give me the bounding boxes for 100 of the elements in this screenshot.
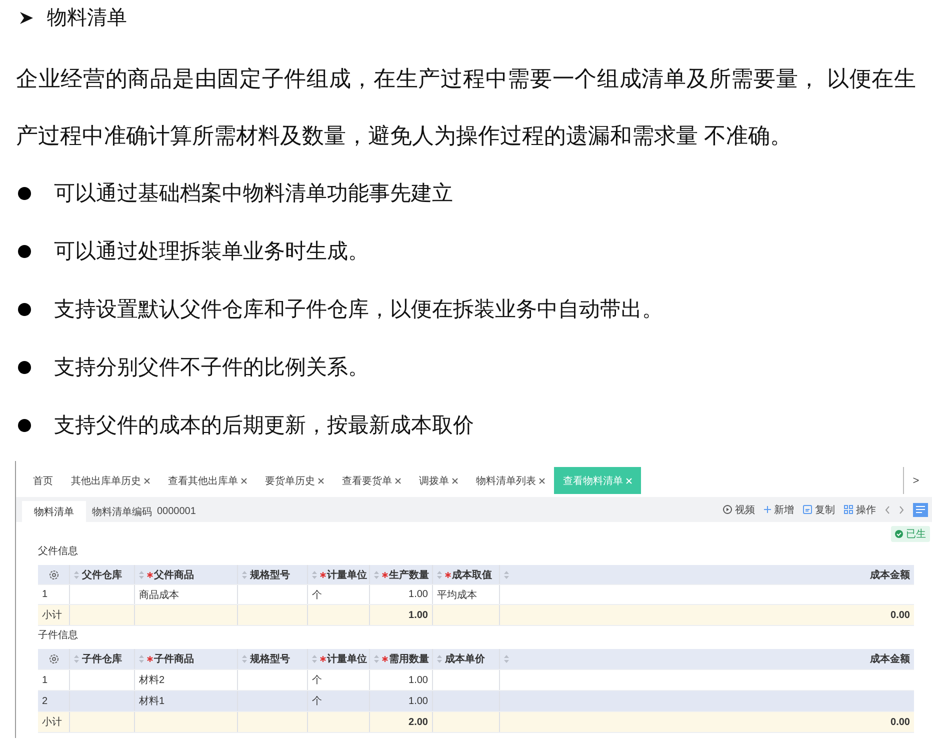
- tab[interactable]: 查看其他出库单: [159, 467, 256, 494]
- tab[interactable]: 物料清单列表: [467, 467, 554, 494]
- subtotal-label: 小计: [42, 608, 62, 622]
- tab[interactable]: 要货单历史: [256, 467, 333, 494]
- table-cell-text: 个: [312, 588, 322, 602]
- table-cell-text: 个: [312, 674, 322, 687]
- bullet-icon: [18, 244, 31, 258]
- table-row[interactable]: 1 材料2 个 1.00: [38, 670, 914, 691]
- sort-icon[interactable]: [374, 655, 379, 663]
- tab-scroll-button[interactable]: >: [903, 467, 928, 494]
- column-header[interactable]: 生产数量: [382, 568, 429, 582]
- sub-tab[interactable]: 物料清单: [22, 501, 86, 522]
- chevron-right-icon[interactable]: [899, 506, 904, 514]
- column-header[interactable]: 父件商品: [147, 568, 194, 582]
- subtotal-label: 小计: [42, 716, 62, 729]
- close-icon[interactable]: [318, 478, 324, 484]
- list-view-button[interactable]: [913, 502, 928, 516]
- sort-icon[interactable]: [374, 570, 379, 578]
- subtotal-value: 2.00: [408, 716, 428, 728]
- bullet-text: 支持分别父件不子件的比例关系。: [54, 355, 369, 381]
- row-number: 1: [42, 674, 48, 686]
- column-header[interactable]: 成本金额: [870, 652, 910, 666]
- sort-icon[interactable]: [74, 570, 79, 578]
- table-cell-text: 材料2: [139, 674, 165, 687]
- bullet-text: 可以通过基础档案中物料清单功能事先建立: [54, 181, 453, 207]
- required-icon: [320, 656, 326, 662]
- grid-icon: [844, 505, 853, 514]
- settings-icon[interactable]: [48, 654, 58, 664]
- sort-icon[interactable]: [437, 655, 442, 663]
- column-header[interactable]: 成本金额: [870, 568, 910, 582]
- column-header[interactable]: 需用数量: [382, 652, 429, 666]
- heading: 物料清单: [47, 6, 127, 30]
- bullet-text: 可以通过处理拆装单业务时生成。: [54, 239, 369, 265]
- required-icon: [445, 572, 451, 578]
- required-icon: [320, 572, 326, 578]
- column-header[interactable]: 子件仓库: [82, 652, 122, 666]
- subtotal-value: 0.00: [890, 610, 910, 620]
- tab[interactable]: 查看要货单: [333, 467, 410, 494]
- close-icon[interactable]: [144, 478, 150, 484]
- sort-icon[interactable]: [504, 655, 509, 663]
- status-text: 已生: [906, 528, 926, 541]
- section-title: 子件信息: [38, 628, 79, 643]
- sort-icon[interactable]: [74, 655, 79, 663]
- sort-icon[interactable]: [312, 570, 317, 578]
- chevron-left-icon[interactable]: [885, 506, 890, 514]
- bullet-icon: [18, 360, 31, 374]
- close-icon[interactable]: [452, 478, 458, 484]
- sort-icon[interactable]: [312, 655, 317, 663]
- sort-icon[interactable]: [242, 655, 247, 663]
- table-cell: 1.00: [408, 674, 428, 686]
- column-header[interactable]: 计量单位: [320, 568, 367, 582]
- column-header[interactable]: 规格型号: [250, 568, 290, 582]
- table-cell: 1.00: [408, 589, 428, 600]
- column-header[interactable]: 父件仓库: [82, 568, 122, 582]
- close-icon[interactable]: [395, 478, 401, 484]
- check-icon: [895, 530, 903, 538]
- column-header[interactable]: 子件商品: [147, 652, 194, 666]
- plus-icon: [764, 506, 771, 513]
- column-header[interactable]: 成本单价: [445, 652, 485, 666]
- row-number: 1: [42, 589, 48, 600]
- list-icon: [916, 506, 925, 513]
- close-icon[interactable]: [241, 478, 247, 484]
- sort-icon[interactable]: [504, 570, 509, 578]
- table-row[interactable]: 2 材料1 个 1.00: [38, 691, 914, 712]
- table-row[interactable]: 1 商品成本 个 1.00 平均成本: [38, 585, 914, 605]
- toolbar-button[interactable]: 操作: [844, 502, 876, 516]
- bullet-text: 支持父件的成本的后期更新，按最新成本取价: [54, 413, 474, 439]
- subtotal-value: 1.00: [408, 610, 428, 620]
- table-cell: 1.00: [408, 696, 428, 706]
- toolbar-button[interactable]: 复制: [803, 502, 835, 516]
- bullet-text: 支持设置默认父件仓库和子件仓库，以便在拆装业务中自动带出。: [54, 297, 663, 323]
- column-header[interactable]: 计量单位: [320, 652, 367, 666]
- code-label: 物料清单编码: [92, 506, 152, 518]
- sort-icon[interactable]: [242, 570, 247, 578]
- column-header[interactable]: 规格型号: [250, 652, 290, 666]
- play-icon: [723, 505, 732, 514]
- bullet-icon: [18, 418, 31, 432]
- row-number: 2: [42, 696, 48, 706]
- paragraph: 企业经营的商品是由固定子件组成，在生产过程中需要一个组成清单及所需要量， 以便在生 产过程中准确计算所需材料及数量，避免人为操作过程的遗漏和需求量 不准确。: [16, 65, 916, 150]
- column-header[interactable]: 成本取值: [445, 568, 492, 582]
- bullet-icon: [18, 302, 31, 316]
- bullet-icon: [18, 186, 31, 200]
- code-value: 0000001: [157, 506, 196, 517]
- table-cell-text: 材料1: [139, 694, 165, 708]
- table-cell-text: 平均成本: [437, 588, 477, 602]
- tab[interactable]: 首页: [24, 467, 62, 494]
- settings-icon[interactable]: [48, 570, 58, 580]
- section-title: 父件信息: [38, 544, 79, 559]
- close-icon[interactable]: [539, 478, 545, 484]
- required-icon: [382, 572, 388, 578]
- tab[interactable]: 调拨单: [410, 467, 467, 494]
- table-cell-text: 个: [312, 695, 322, 708]
- sort-icon[interactable]: [139, 570, 144, 578]
- tab[interactable]: 其他出库单历史: [62, 467, 159, 494]
- sort-icon[interactable]: [437, 570, 442, 578]
- toolbar-button[interactable]: 新增: [764, 502, 794, 516]
- required-icon: [147, 572, 153, 578]
- subtotal-value: 0.00: [890, 716, 910, 728]
- toolbar-button[interactable]: 视频: [723, 502, 755, 516]
- sort-icon[interactable]: [139, 655, 144, 663]
